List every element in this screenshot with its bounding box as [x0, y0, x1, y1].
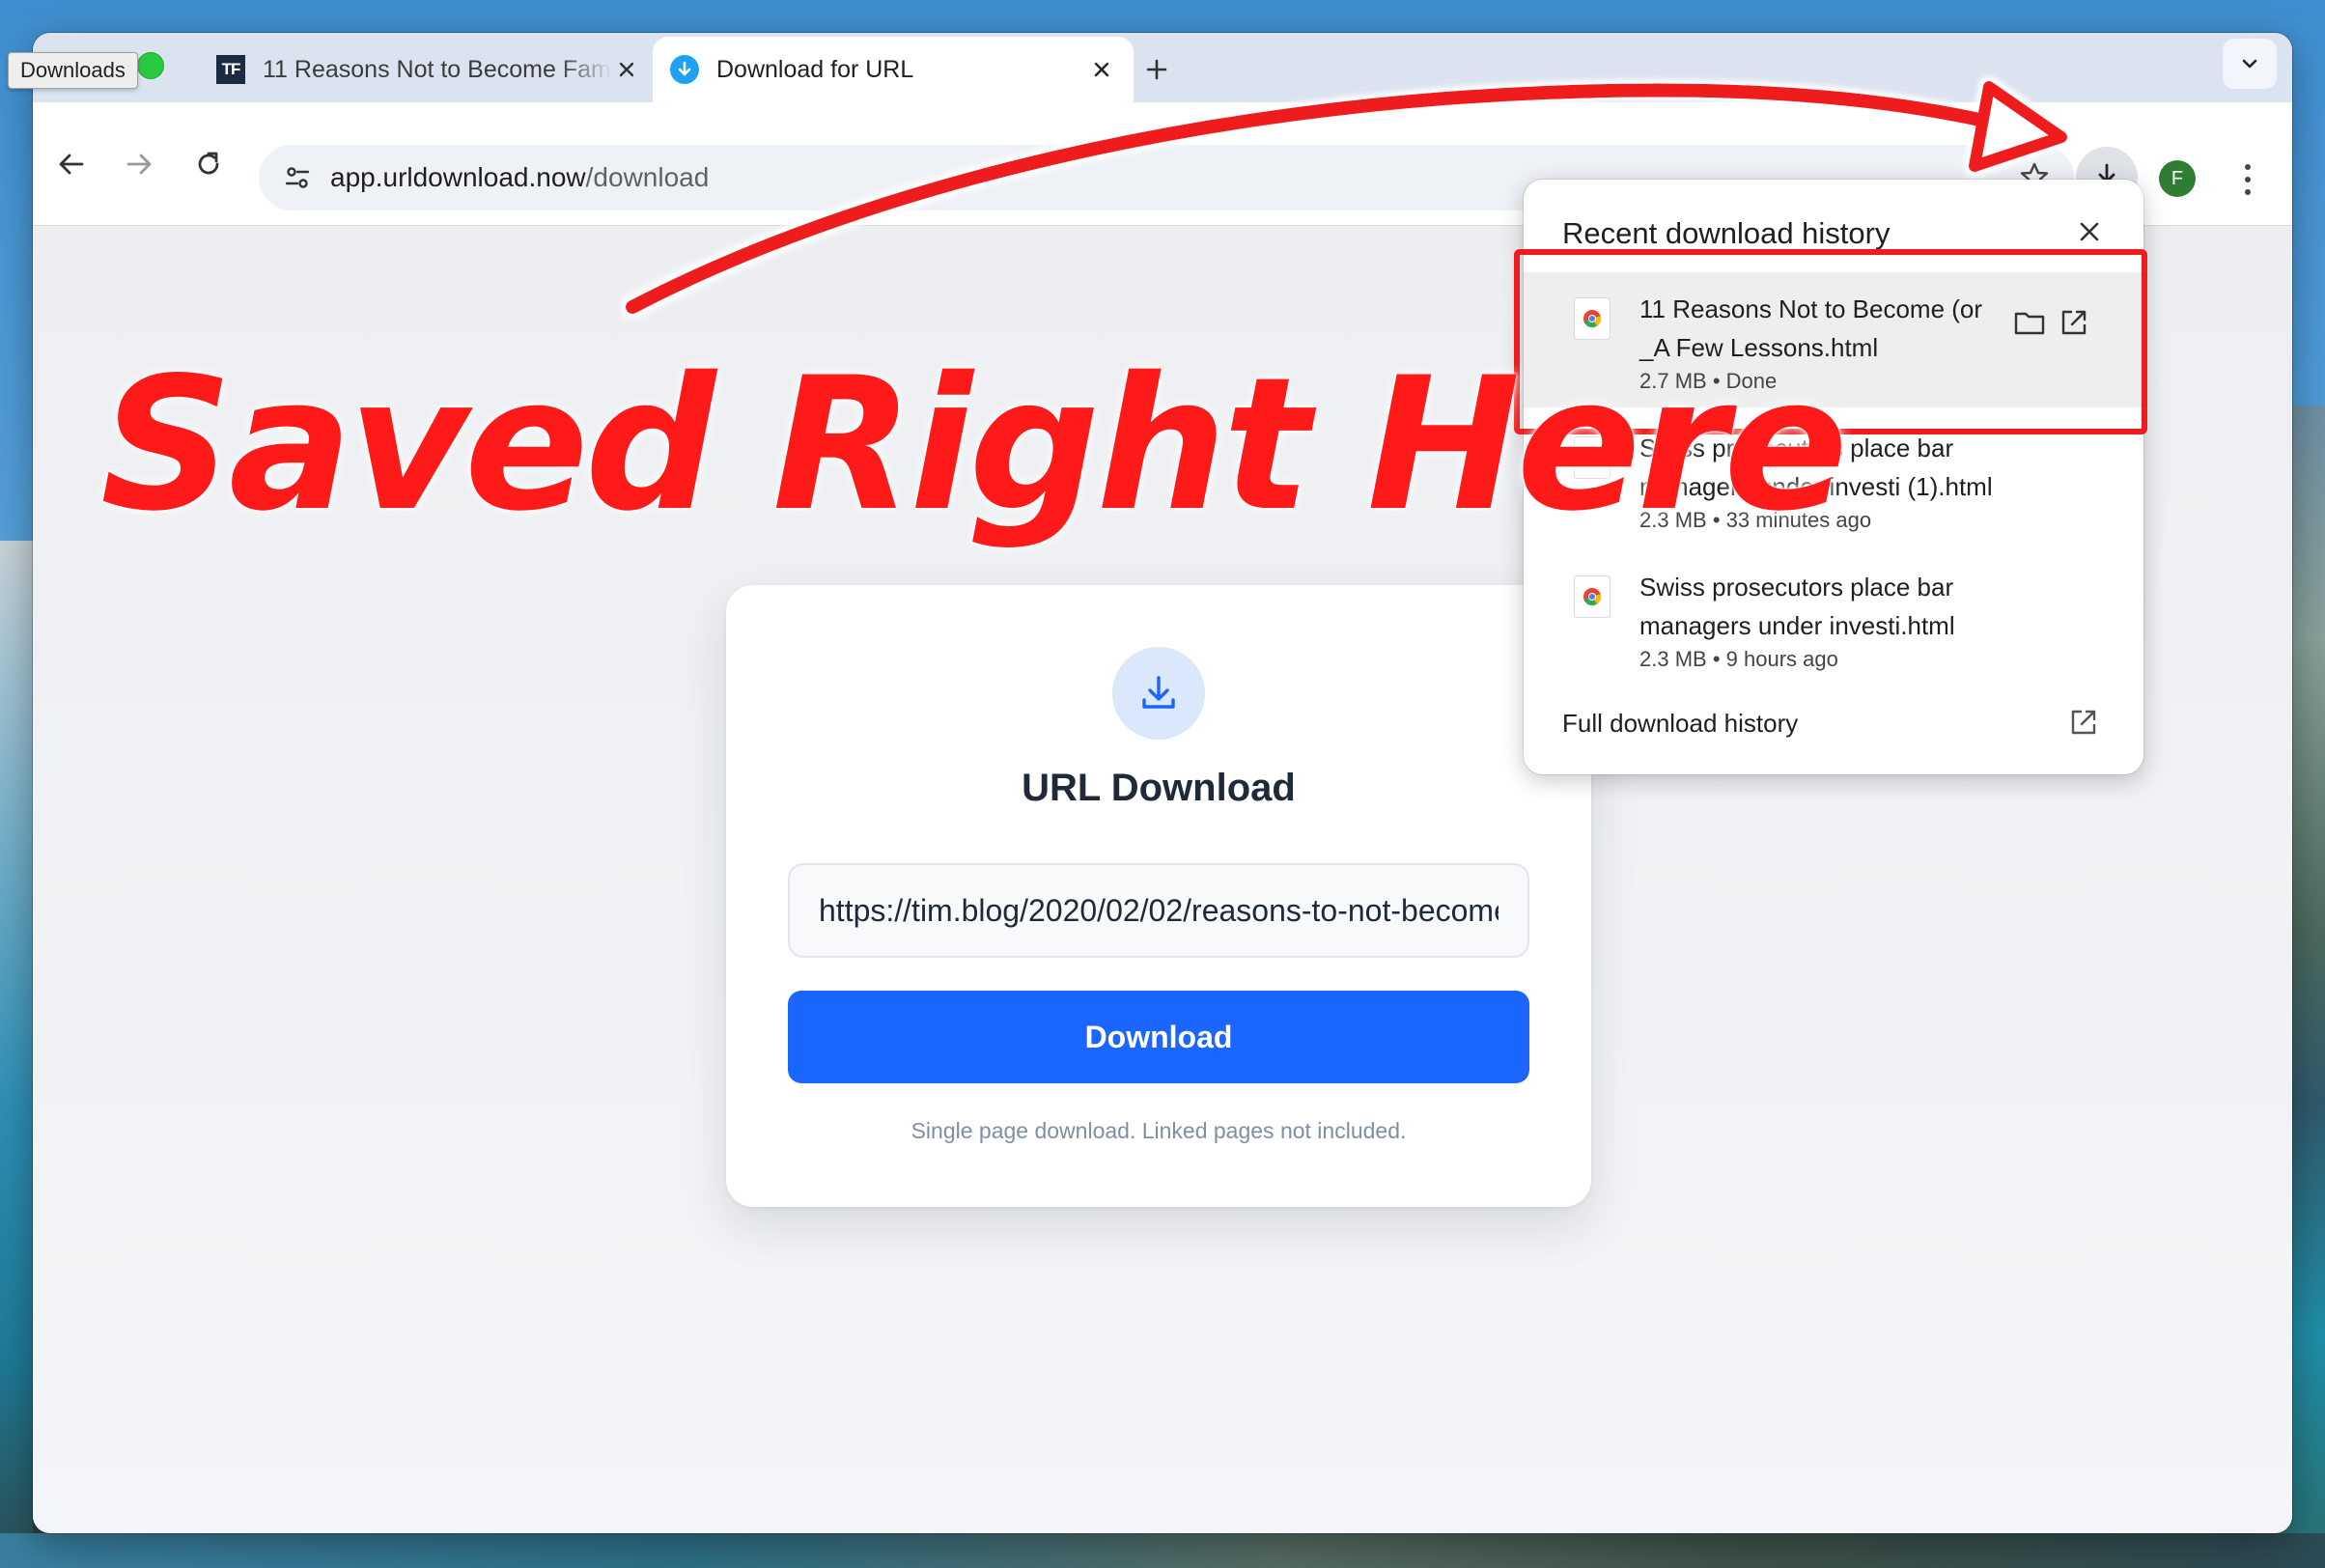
browser-menu-button[interactable] — [2236, 158, 2259, 201]
new-tab-button[interactable] — [1137, 50, 1176, 89]
full-download-history-link[interactable]: Full download history — [1562, 709, 1798, 739]
desktop-background-bottom — [0, 1533, 2325, 1568]
close-icon — [2080, 222, 2099, 241]
forward-arrow-icon — [126, 154, 152, 175]
chevron-down-icon — [2242, 59, 2257, 69]
reload-icon — [198, 152, 219, 175]
forward-button[interactable] — [116, 141, 162, 187]
close-icon[interactable] — [1087, 55, 1116, 84]
download-item[interactable]: Swiss prosecutors place bar managers und… — [1524, 550, 2143, 686]
close-icon[interactable] — [612, 55, 641, 84]
download-note: Single page download. Linked pages not i… — [910, 1118, 1407, 1143]
tab-title: Download for URL — [716, 55, 914, 83]
tab-famous-article[interactable]: TF 11 Reasons Not to Become Famous — [199, 37, 658, 102]
bubble-title: Recent download history — [1562, 216, 1891, 250]
profile-avatar[interactable]: F — [2159, 160, 2196, 197]
download-icon — [1112, 647, 1205, 740]
download-circle-icon — [670, 55, 699, 84]
url-download-card: URL Download Download Single page downlo… — [726, 585, 1591, 1207]
tab-search-button[interactable] — [2223, 39, 2277, 89]
downloads-tooltip: Downloads — [8, 52, 138, 89]
zoom-window-button[interactable] — [137, 52, 164, 79]
back-arrow-icon — [59, 154, 84, 175]
url-input[interactable] — [788, 863, 1529, 958]
download-button[interactable]: Download — [788, 991, 1529, 1083]
download-size: 2.3 MB — [1639, 647, 1707, 671]
tf-icon: TF — [216, 55, 245, 84]
tab-download-for-url[interactable]: Download for URL — [653, 37, 1134, 102]
download-status: 9 hours ago — [1725, 647, 1838, 671]
tab-strip: TF 11 Reasons Not to Become Famous Downl… — [33, 33, 2292, 102]
url-path: /download — [585, 162, 710, 192]
annotation-label: Saved Right Here — [100, 338, 1848, 551]
download-file-name: Swiss prosecutors place bar managers und… — [1639, 573, 1955, 640]
back-button[interactable] — [48, 141, 95, 187]
site-info-icon[interactable] — [265, 145, 330, 210]
chrome-file-icon — [1574, 575, 1611, 618]
url-host: app.urldownload.now — [330, 162, 586, 192]
tab-title: 11 Reasons Not to Become Famous — [263, 55, 612, 83]
download-meta: 2.3 MB • 9 hours ago — [1639, 647, 1838, 671]
desktop-background-left — [0, 541, 33, 1568]
close-bubble-button[interactable] — [2070, 212, 2109, 251]
page-title: URL Download — [1022, 767, 1296, 809]
reload-button[interactable] — [185, 141, 232, 187]
open-external-icon[interactable] — [2062, 701, 2105, 743]
